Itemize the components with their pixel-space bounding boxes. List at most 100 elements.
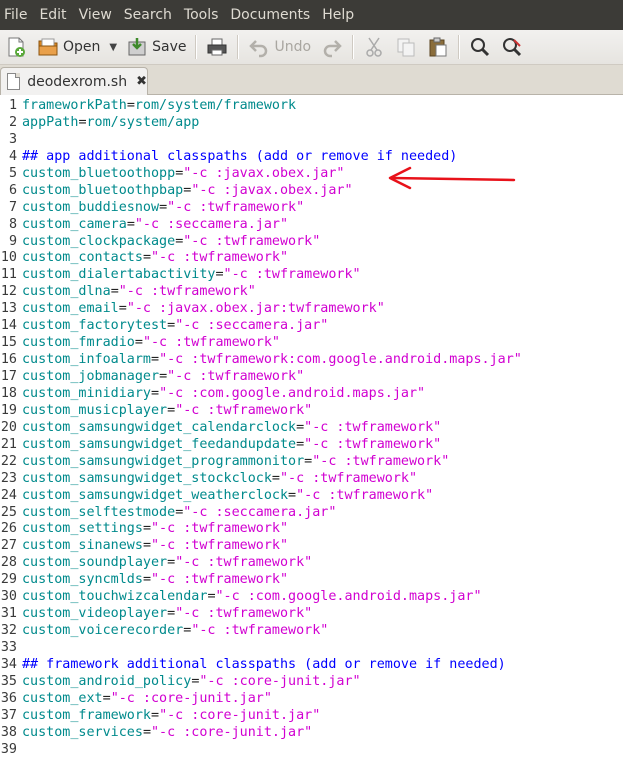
assignment-operator: =	[102, 690, 111, 706]
menu-file[interactable]: File	[0, 0, 33, 30]
line-number: 15	[0, 335, 17, 351]
code-line[interactable]: 20 custom_samsungwidget_calendarclock="-c…	[0, 420, 623, 437]
code-line[interactable]: 36 custom_ext="-c :core-junit.jar"	[0, 691, 623, 708]
variable-name: custom_email	[22, 301, 119, 317]
code-line[interactable]: 13 custom_email="-c :javax.obex.jar:twfra…	[0, 301, 623, 318]
code-line[interactable]: 23 custom_samsungwidget_stockclock="-c :t…	[0, 471, 623, 488]
code-line[interactable]: 5 custom_bluetoothopp="-c :javax.obex.jar…	[0, 166, 623, 183]
variable-name: custom_services	[22, 724, 143, 740]
tab-close-icon[interactable]: ✖	[136, 74, 147, 89]
new-button[interactable]	[0, 32, 32, 62]
code-line[interactable]: 32 custom_voicerecorder="-c :twframework"	[0, 623, 623, 640]
code-line[interactable]: 10 custom_contacts="-c :twframework"	[0, 250, 623, 267]
undo-label: Undo	[274, 39, 312, 55]
assignment-operator: =	[167, 555, 176, 571]
code-line[interactable]: 4 ## app additional classpaths (add or re…	[0, 149, 623, 166]
copy-button[interactable]	[390, 32, 422, 62]
code-line[interactable]: 35 custom_android_policy="-c :core-junit.…	[0, 674, 623, 691]
menu-tools[interactable]: Tools	[178, 0, 225, 30]
code-line[interactable]: 31 custom_videoplayer="-c :twframework"	[0, 606, 623, 623]
line-number: 22	[0, 453, 17, 469]
variable-name: custom_bluetoothpbap	[22, 182, 184, 198]
code-line[interactable]: 16 custom_infoalarm="-c :twframework:com.…	[0, 352, 623, 369]
code-line[interactable]: 22 custom_samsungwidget_programmonitor="-…	[0, 454, 623, 471]
menu-edit[interactable]: Edit	[33, 0, 72, 30]
save-button[interactable]: Save	[121, 32, 191, 62]
code-line[interactable]: 15 custom_fmradio="-c :twframework"	[0, 335, 623, 352]
string-literal: "-c :twframework:com.google.android.maps…	[159, 352, 522, 368]
code-line[interactable]: 30 custom_touchwizcalendar="-c :com.googl…	[0, 589, 623, 606]
menu-view[interactable]: View	[73, 0, 118, 30]
assignment-operator: =	[151, 385, 160, 401]
toolbar-separator	[237, 35, 240, 59]
code-line[interactable]: 33	[0, 640, 623, 657]
code-line[interactable]: 37 custom_framework="-c :core-junit.jar"	[0, 708, 623, 725]
code-line[interactable]: 8 custom_camera="-c :seccamera.jar"	[0, 217, 623, 234]
menu-documents[interactable]: Documents	[224, 0, 316, 30]
variable-name: custom_camera	[22, 216, 127, 232]
print-button[interactable]	[201, 32, 233, 62]
open-recent-dropdown-icon[interactable]: ▼	[105, 42, 121, 53]
menu-search[interactable]: Search	[118, 0, 178, 30]
code-line[interactable]: 7 custom_buddiesnow="-c :twframework"	[0, 200, 623, 217]
code-line[interactable]: 34 ## framework additional classpaths (ad…	[0, 657, 623, 674]
code-line[interactable]: 6 custom_bluetoothpbap="-c :javax.obex.ja…	[0, 183, 623, 200]
redo-button[interactable]	[316, 32, 348, 62]
line-number: 5	[8, 165, 17, 181]
string-literal: "-c :twframework"	[167, 199, 305, 215]
paste-button[interactable]	[422, 32, 454, 62]
assignment-operator: =	[296, 436, 305, 452]
assignment-operator: =	[126, 98, 135, 113]
code-line[interactable]: 24 custom_samsungwidget_weatherclock="-c …	[0, 488, 623, 505]
line-number: 29	[0, 572, 17, 588]
save-icon	[126, 36, 148, 58]
line-number: 12	[0, 284, 17, 300]
variable-name: custom_samsungwidget_stockclock	[22, 470, 272, 486]
string-literal: "-c :twframework"	[191, 623, 329, 639]
undo-button[interactable]: Undo	[243, 32, 316, 62]
code-line[interactable]: 26 custom_settings="-c :twframework"	[0, 521, 623, 538]
code-line[interactable]: 27 custom_sinanews="-c :twframework"	[0, 538, 623, 555]
string-literal: "-c :com.google.android.maps.jar"	[159, 385, 426, 401]
assignment-operator: =	[296, 419, 305, 435]
find-button[interactable]	[464, 32, 496, 62]
assignment-operator: =	[142, 521, 151, 537]
code-line[interactable]: 17 custom_jobmanager="-c :twframework"	[0, 369, 623, 386]
code-line[interactable]: 12 custom_dlna="-c :twframework"	[0, 284, 623, 301]
cut-button[interactable]	[358, 32, 390, 62]
tab-deodexrom[interactable]: deodexrom.sh ✖	[0, 67, 148, 95]
code-line[interactable]: 29 custom_syncmlds="-c :twframework"	[0, 572, 623, 589]
line-number: 34	[0, 656, 17, 672]
string-literal: "-c :twframework"	[175, 555, 313, 571]
string-literal: "-c :twframework"	[175, 402, 313, 418]
code-line[interactable]: 3	[0, 132, 623, 149]
code-line[interactable]: 21 custom_samsungwidget_feedandupdate="-c…	[0, 437, 623, 454]
code-line[interactable]: 39	[0, 742, 623, 759]
menu-help[interactable]: Help	[316, 0, 360, 30]
assignment-operator: =	[151, 352, 160, 368]
cut-icon	[363, 36, 385, 58]
find-replace-button[interactable]	[496, 32, 528, 62]
code-line[interactable]: 1 frameworkPath=rom/system/framework	[0, 98, 623, 115]
code-line[interactable]: 25 custom_selftestmode="-c :seccamera.jar…	[0, 505, 623, 522]
editor-area[interactable]: 1 frameworkPath=rom/system/framework 2 appP…	[0, 95, 623, 759]
line-number: 28	[0, 555, 17, 571]
code-line[interactable]: 14 custom_factorytest="-c :seccamera.jar"	[0, 318, 623, 335]
variable-name: custom_settings	[22, 521, 143, 537]
string-literal: "-c :twframework"	[304, 419, 442, 435]
code-line[interactable]: 38 custom_services="-c :core-junit.jar"	[0, 725, 623, 742]
line-number: 18	[0, 385, 17, 401]
variable-name: custom_dialertabactivity	[22, 267, 216, 283]
find-icon	[469, 36, 491, 58]
code-line[interactable]: 2 appPath=rom/system/app	[0, 115, 623, 132]
path-value: rom/system/app	[86, 114, 200, 130]
variable-name: custom_contacts	[22, 250, 143, 266]
code-comment: ## framework additional classpaths (add …	[22, 656, 506, 672]
code-line[interactable]: 28 custom_soundplayer="-c :twframework"	[0, 555, 623, 572]
code-line[interactable]: 18 custom_minidiary="-c :com.google.andro…	[0, 386, 623, 403]
code-line[interactable]: 19 custom_musicplayer="-c :twframework"	[0, 403, 623, 420]
open-button[interactable]: Open	[32, 32, 105, 62]
code-text[interactable]: 1 frameworkPath=rom/system/framework 2 appP…	[0, 98, 623, 759]
code-line[interactable]: 9 custom_clockpackage="-c :twframework"	[0, 234, 623, 251]
code-line[interactable]: 11 custom_dialertabactivity="-c :twframew…	[0, 267, 623, 284]
